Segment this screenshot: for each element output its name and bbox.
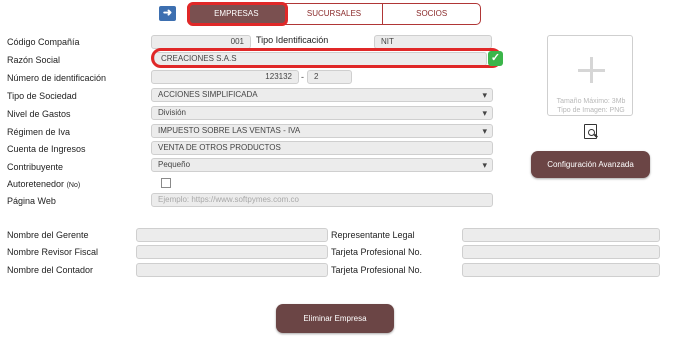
plus-icon-bar [578, 69, 605, 72]
tarjeta-profesional-label-2: Tarjeta Profesional No. [331, 265, 423, 275]
tipo-sociedad-label: Tipo de Sociedad [7, 91, 77, 101]
autoretenedor-checkbox[interactable] [161, 178, 171, 188]
revisor-fiscal-field[interactable] [136, 245, 328, 259]
razon-social-label: Razón Social [7, 55, 61, 65]
representante-label: Representante Legal [331, 230, 415, 240]
regimen-iva-value: IMPUESTO SOBRE LAS VENTAS - IVA [158, 126, 301, 135]
numero-identificacion-field[interactable]: 123132 [151, 70, 299, 84]
nivel-gastos-label: Nivel de Gastos [7, 109, 71, 119]
revisor-fiscal-label: Nombre Revisor Fiscal [7, 247, 99, 257]
contribuyente-select[interactable]: Pequeño [151, 158, 493, 172]
advanced-settings-button[interactable]: Configuración Avanzada [531, 151, 650, 178]
nivel-gastos-select[interactable]: División [151, 106, 493, 120]
cuenta-ingresos-field[interactable]: VENTA DE OTROS PRODUCTOS [151, 141, 493, 155]
image-type-hint: Tipo de Imagen: PNG [557, 107, 625, 114]
razon-social-highlight-outline [151, 48, 502, 68]
codigo-label: Código Compañía [7, 37, 80, 47]
contribuyente-value: Pequeño [158, 160, 191, 169]
tipo-identificacion-label: Tipo Identificación [256, 35, 329, 45]
tarjeta-profesional-label-1: Tarjeta Profesional No. [331, 247, 423, 257]
contador-label: Nombre del Contador [7, 265, 94, 275]
codigo-field[interactable]: 001 [151, 35, 251, 49]
representante-field[interactable] [462, 228, 660, 242]
nivel-gastos-value: División [158, 108, 187, 117]
tab-highlight-outline [187, 2, 288, 26]
pagina-web-label: Página Web [7, 196, 56, 206]
contador-field[interactable] [136, 263, 328, 277]
tipo-sociedad-select[interactable]: ACCIONES SIMPLIFICADA [151, 88, 493, 102]
tab-socios[interactable]: SOCIOS [382, 4, 480, 24]
logo-upload-box[interactable]: Tamaño Máximo: 3Mb Tipo de Imagen: PNG [547, 35, 633, 116]
contribuyente-label: Contribuyente [7, 162, 64, 172]
autoretenedor-state-label: (No) [66, 182, 81, 189]
digito-verificacion-field[interactable]: 2 [307, 70, 352, 84]
image-max-size-hint: Tamaño Máximo: 3Mb [556, 98, 626, 105]
numero-identificacion-label: Número de identificación [7, 73, 107, 83]
regimen-iva-select[interactable]: IMPUESTO SOBRE LAS VENTAS - IVA [151, 124, 493, 138]
autoretenedor-label-text: Autoretenedor [7, 179, 65, 189]
gerente-label: Nombre del Gerente [7, 230, 89, 240]
lens-handle-shape [594, 133, 598, 138]
tarjeta-profesional-field-2[interactable] [462, 263, 660, 277]
tarjeta-profesional-field-1[interactable] [462, 245, 660, 259]
regimen-iva-label: Régimen de Iva [7, 127, 71, 137]
autoretenedor-label: Autoretenedor (No) [7, 179, 80, 189]
tipo-sociedad-value: ACCIONES SIMPLIFICADA [158, 90, 258, 99]
arrow-right-icon[interactable]: ➜ [159, 6, 176, 21]
gerente-field[interactable] [136, 228, 328, 242]
dv-separator: - [301, 72, 304, 82]
cuenta-ingresos-label: Cuenta de Ingresos [7, 144, 86, 154]
document-search-icon[interactable] [584, 124, 598, 139]
delete-company-button[interactable]: Eliminar Empresa [276, 304, 394, 333]
pagina-web-input[interactable]: Ejemplo: https://www.softpymes.com.co [151, 193, 493, 207]
checkmark-icon: ✓ [488, 51, 503, 66]
tab-sucursales[interactable]: SUCURSALES [284, 4, 383, 24]
tipo-identificacion-field[interactable]: NIT [374, 35, 492, 49]
